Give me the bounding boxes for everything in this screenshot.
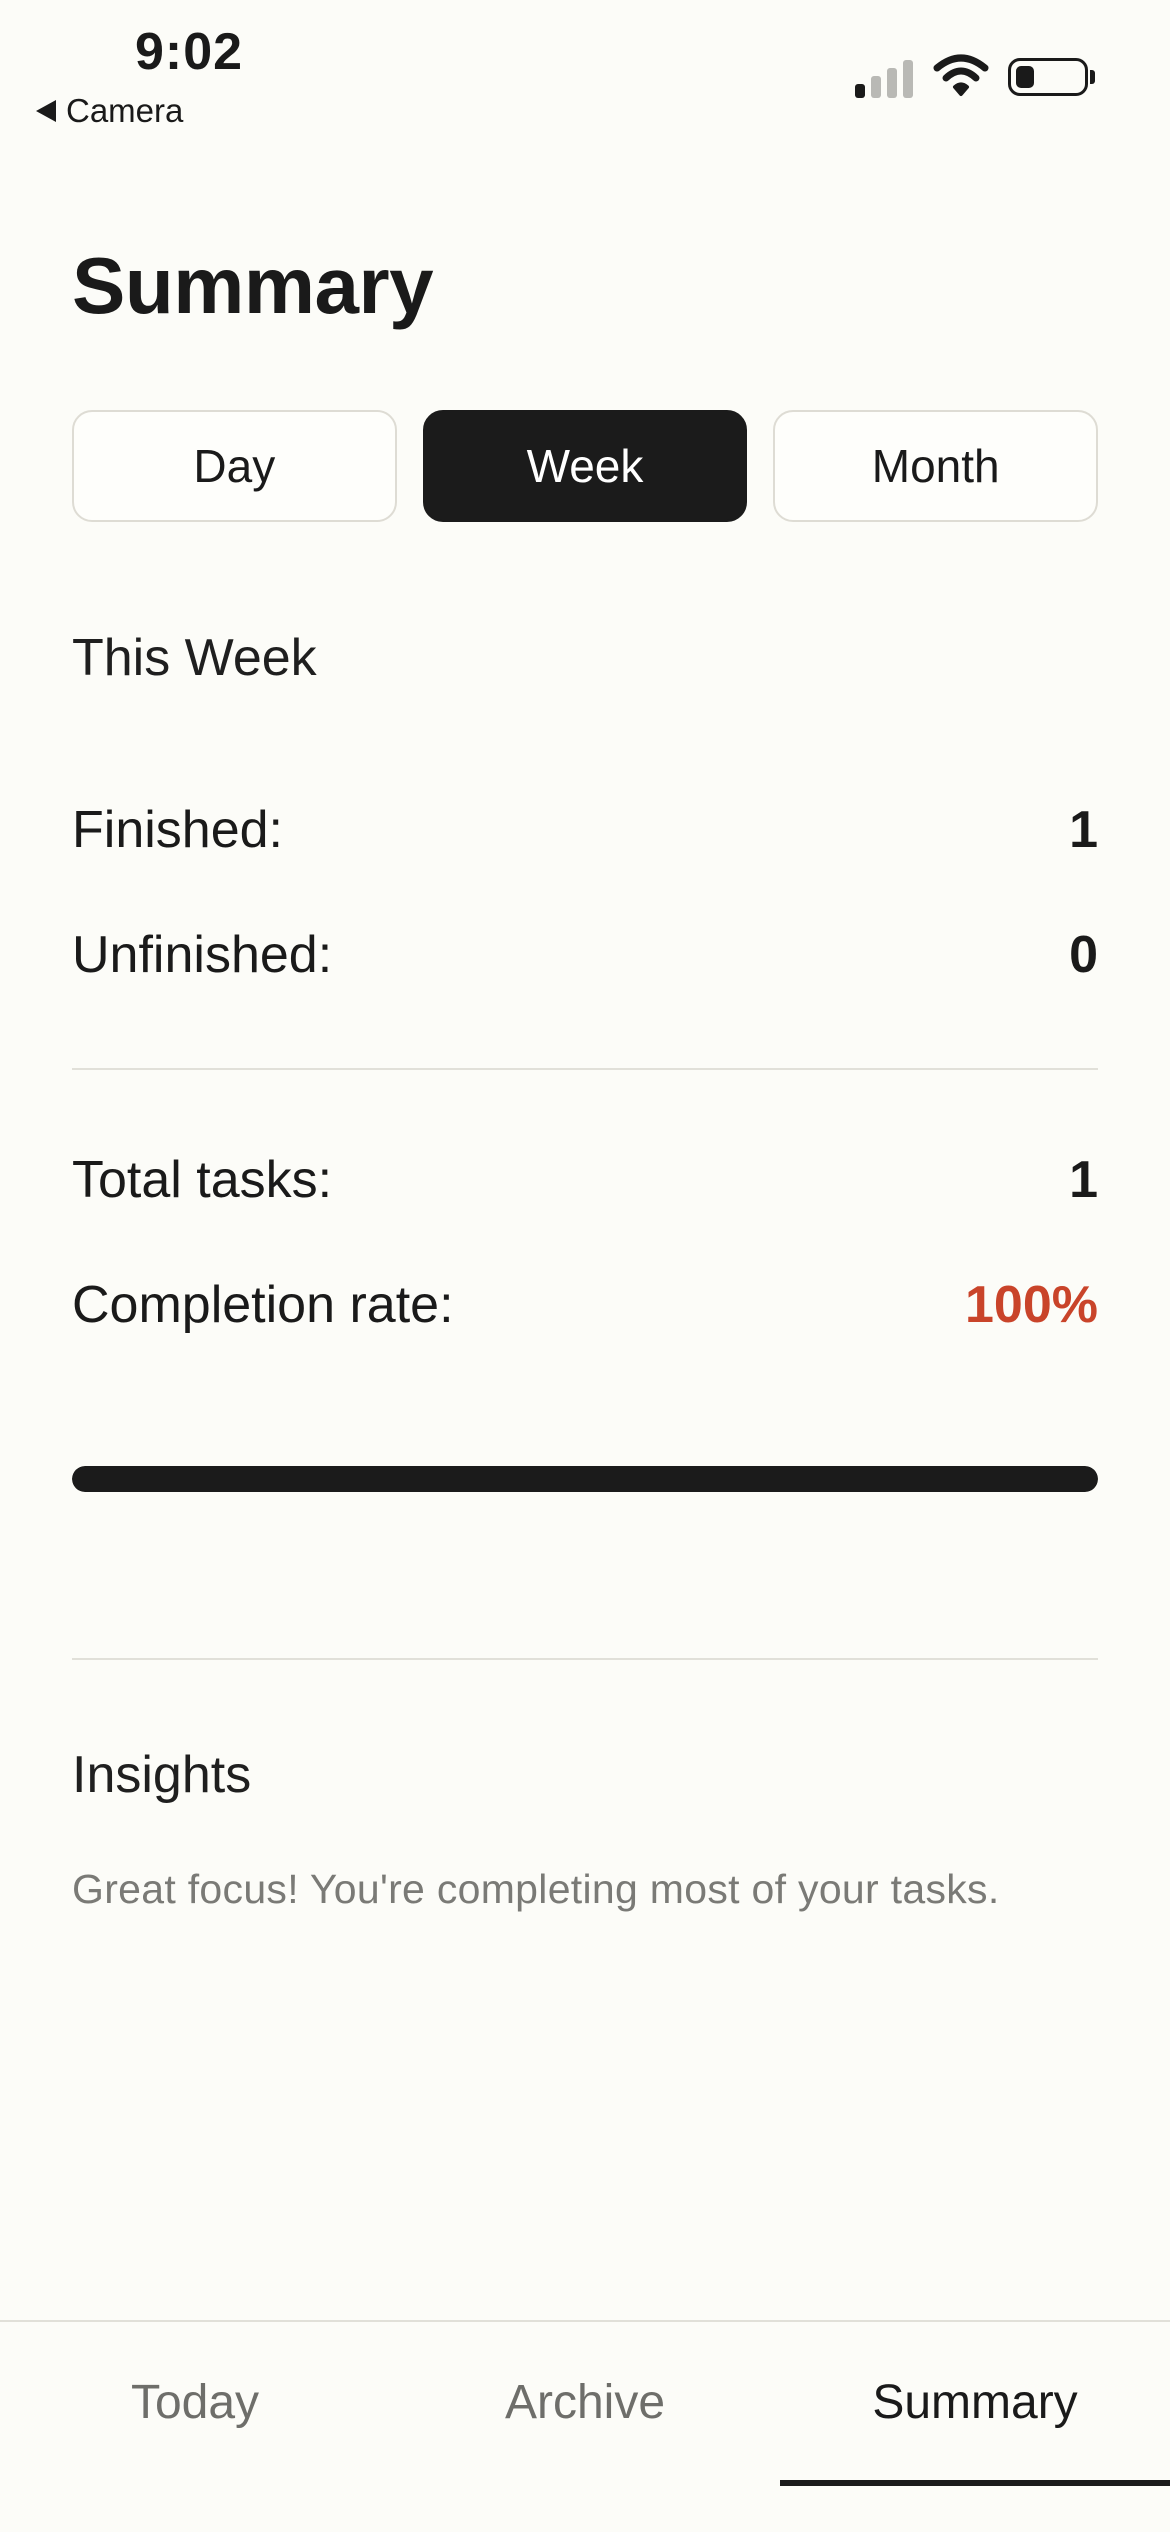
period-segmented-control: Day Week Month	[72, 410, 1099, 522]
summary-screen: 9:02 Camera Summary Day Week Month This …	[0, 0, 1170, 2532]
total-value: 1	[1069, 1151, 1098, 1209]
completion-progress-bar	[72, 1466, 1098, 1492]
rate-label: Completion rate:	[72, 1276, 454, 1334]
insights-title: Insights	[72, 1746, 252, 1804]
tab-summary[interactable]: Summary	[780, 2322, 1170, 2482]
stat-unfinished: Unfinished: 0	[72, 925, 1098, 985]
back-to-camera-link[interactable]: Camera	[36, 92, 183, 130]
insights-text: Great focus! You're completing most of y…	[72, 1866, 1000, 1912]
segment-day[interactable]: Day	[72, 410, 397, 522]
page-title: Summary	[72, 241, 434, 330]
battery-icon	[1008, 58, 1088, 96]
divider	[72, 1068, 1098, 1070]
wifi-icon	[933, 54, 989, 96]
active-tab-indicator	[780, 2480, 1170, 2486]
segment-month[interactable]: Month	[773, 410, 1099, 522]
stat-total: Total tasks: 1	[72, 1150, 1098, 1210]
back-label: Camera	[66, 92, 184, 129]
divider	[72, 1658, 1098, 1660]
stat-completion-rate: Completion rate: 100%	[72, 1275, 1098, 1335]
tab-today[interactable]: Today	[0, 2322, 390, 2482]
rate-value: 100%	[965, 1276, 1098, 1334]
progress-fill	[72, 1466, 1098, 1492]
tab-archive[interactable]: Archive	[390, 2322, 780, 2482]
finished-label: Finished:	[72, 801, 283, 859]
segment-week[interactable]: Week	[422, 410, 748, 522]
battery-cap	[1090, 70, 1095, 84]
signal-icon	[855, 58, 915, 98]
unfinished-value: 0	[1069, 926, 1098, 984]
back-arrow-icon	[36, 100, 56, 122]
tab-bar: Today Archive Summary	[0, 2320, 1170, 2532]
period-label: This Week	[72, 629, 317, 687]
unfinished-label: Unfinished:	[72, 926, 333, 984]
status-time: 9:02	[135, 23, 244, 81]
finished-value: 1	[1069, 801, 1098, 859]
total-label: Total tasks:	[72, 1151, 333, 1209]
stat-finished: Finished: 1	[72, 800, 1098, 860]
